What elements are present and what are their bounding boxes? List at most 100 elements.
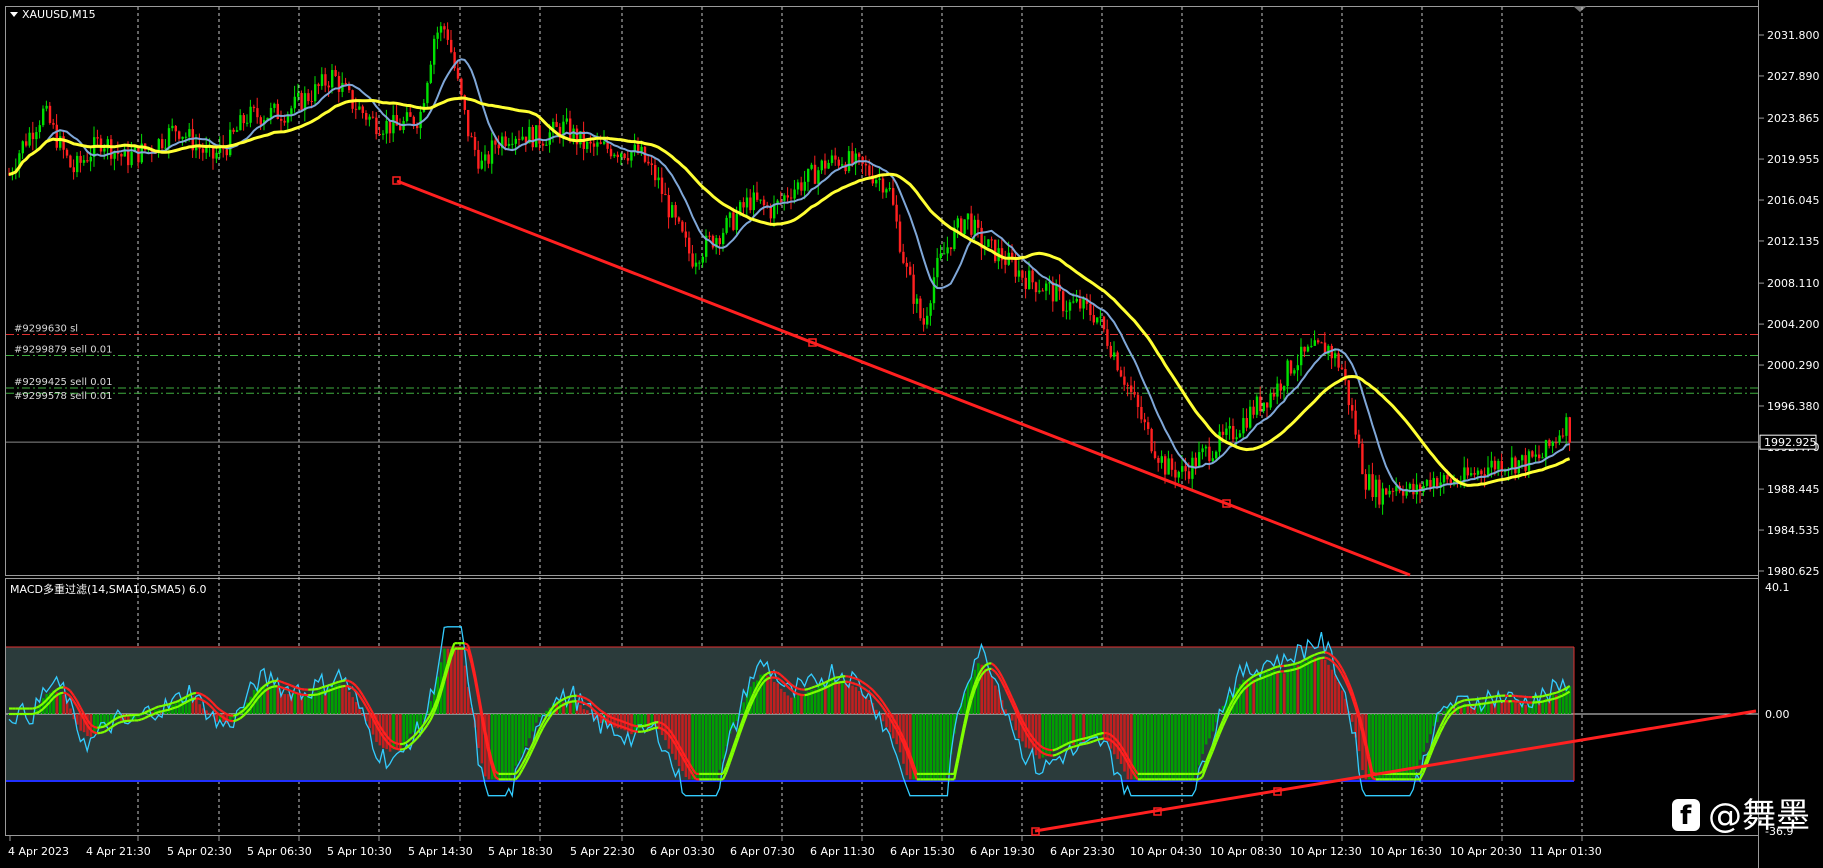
candle-body [922,318,925,325]
candle-body [1123,376,1126,385]
candle-body [310,100,313,102]
candle-body [307,93,310,101]
candle-body [949,247,953,250]
candle-body [1490,460,1493,468]
macd-bar [1167,714,1170,780]
candle-body [188,129,191,137]
macd-bar [1422,714,1425,752]
candle-body [1555,442,1558,444]
macd-signal-segment [831,676,836,681]
macd-signal-segment [165,703,170,707]
candle-body [1147,422,1150,429]
macd-signal-segment [1079,743,1084,746]
candle-body [256,108,259,118]
macd-signal-segment [1076,743,1081,747]
candle-body [334,70,337,77]
macd-signal-segment [804,688,809,691]
macd-bar [1062,714,1065,747]
candle-body [1524,455,1527,471]
candle-body [1113,352,1116,357]
candle-body [565,118,568,122]
macd-signal-segment [141,711,146,715]
macd-signal-segment [161,703,166,707]
candle-body [320,74,324,86]
candle-body [290,108,293,115]
candle-body [892,188,895,205]
macd-signal-segment [59,691,64,695]
macd-bar [1187,714,1191,780]
candle-body [728,212,732,218]
macd-bar [276,687,280,714]
symbol-dropdown-icon[interactable] [10,12,18,17]
candle-body [405,112,409,122]
candle-body [1480,470,1483,475]
price-tick-label: 1980.625 [1767,565,1820,578]
candle-body [293,96,296,109]
macd-signal-segment [1456,700,1462,704]
macd-signal-segment [137,718,142,722]
macd-signal-segment [1266,668,1271,672]
macd-signal-segment [59,686,64,689]
macd-signal-segment [617,718,622,722]
macd-bar [803,693,807,714]
candle-body [225,149,228,156]
macd-signal-segment [233,713,238,717]
candle-body [504,136,507,146]
macd-signal-segment [613,717,619,721]
candle-body [1201,448,1204,453]
candle-body [681,221,684,232]
candle-body [174,125,177,132]
candle-body [507,143,511,146]
price-trendline[interactable] [392,176,1411,577]
macd-signal-segment [464,647,469,652]
macd-signal-segment [1276,670,1281,674]
scroll-marker-icon[interactable] [1573,6,1587,12]
macd-signal-segment [35,705,41,709]
candle-body [973,219,976,235]
macd-bar [1391,714,1395,780]
macd-signal-segment [1293,667,1298,671]
macd-signal-segment [824,679,829,684]
candle-body [433,38,436,65]
candle-body [399,125,402,130]
macd-signal-segment [1487,695,1492,699]
macd-bar [405,714,409,740]
macd-signal-segment [1100,737,1104,741]
time-tick-label: 6 Apr 15:30 [890,845,955,858]
macd-bar [1306,658,1310,714]
macd-bar [497,714,501,780]
candle-body [1402,491,1405,496]
candle-body [1177,471,1180,478]
macd-signal-segment [1083,736,1088,740]
candle-body [790,197,793,199]
candle-body [1347,380,1350,406]
macd-signal-segment [838,675,843,679]
macd-signal-segment [317,686,323,690]
price-panel-frame [5,6,1759,576]
macd-bar [990,675,994,714]
candle-body [1038,290,1041,293]
candle-body [354,108,358,110]
macd-signal-segment [1263,669,1268,674]
candle-body [963,219,966,235]
macd-signal-segment [1069,745,1074,750]
macd-signal-segment [1252,673,1258,678]
candle-body [1415,484,1418,495]
candle-body [535,125,538,148]
candle-body [807,168,810,182]
candle-body [589,141,592,144]
macd-signal-segment [1269,672,1275,676]
macd-signal-segment [1283,664,1288,668]
time-tick-label: 10 Apr 04:30 [1130,845,1202,858]
macd-bar [521,714,524,754]
macd-bar [1252,679,1255,714]
candle-body [912,274,915,304]
macd-signal-segment [624,721,629,725]
macd-bar [1140,714,1143,780]
macd-signal-segment [1096,737,1101,741]
macd-signal-segment [1542,699,1547,703]
candle-body [541,143,545,146]
macd-tick-label: 0.00 [1765,708,1790,721]
macd-bar [946,714,949,775]
macd-signal-segment [317,691,323,696]
